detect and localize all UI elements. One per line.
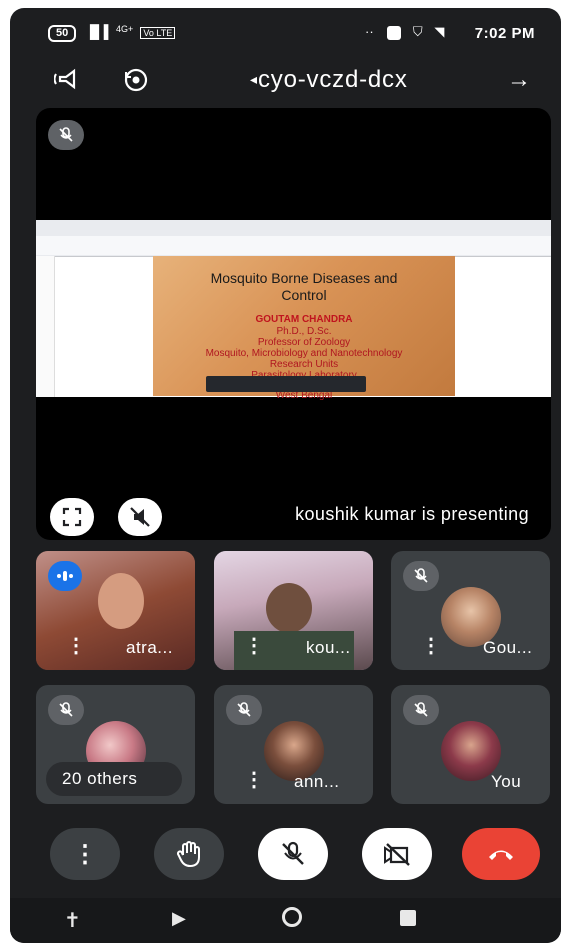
presenter-toolbar (206, 376, 366, 392)
meeting-info-chevron-icon[interactable]: ◂ (250, 71, 257, 88)
participant-face (266, 583, 312, 633)
volte-badge: Vo LTE (140, 27, 176, 39)
pdf-sidebar (36, 256, 55, 397)
slide-line: Research Units (269, 359, 339, 370)
status-icons: ·· ⛉ ◥ (365, 24, 444, 40)
mic-off-icon (226, 695, 262, 725)
more-notifications-icon: ·· (365, 24, 374, 39)
fullscreen-icon (62, 507, 82, 527)
mic-off-icon (48, 695, 84, 725)
participant-face (98, 573, 144, 629)
wifi-icon: ◥ (434, 24, 445, 39)
signal-icon: ▐▌▌ (85, 24, 113, 39)
pdf-toolbar (36, 236, 551, 255)
slide: Mosquito Borne Diseases and Control GOUT… (153, 256, 455, 401)
status-bar: 50 ▐▌▌ 4G+ Vo LTE ·· ⛉ ◥ 7:02 PM (10, 22, 561, 48)
more-options-icon[interactable]: ⋮ (244, 767, 264, 792)
participant-tile-self[interactable]: You (391, 685, 550, 804)
slide-title-line-1: Mosquito Borne Diseases and (210, 270, 398, 286)
presenting-label: koushik kumar is presenting (295, 504, 529, 524)
participant-name: atra... (126, 638, 173, 657)
participant-tile[interactable]: ⋮ ann... (214, 685, 373, 804)
mic-off-icon (282, 841, 304, 865)
volume-off-icon (130, 507, 150, 527)
network-type: 4G+ (116, 24, 134, 34)
leave-call-button[interactable] (462, 828, 540, 880)
more-vert-icon: ⋮ (73, 840, 97, 868)
camera-toggle-button[interactable] (362, 828, 432, 880)
participant-name: ann... (294, 772, 340, 791)
recents-nav-icon[interactable] (400, 910, 416, 926)
speaking-indicator-icon (48, 561, 82, 591)
speaker-icon[interactable] (53, 66, 84, 98)
battery-indicator: 50 (48, 25, 77, 42)
slide-line: Professor of Zoology (257, 337, 351, 348)
more-options-icon[interactable]: ⋮ (66, 633, 86, 658)
slide-line: Mosquito, Microbiology and Nanotechnolog… (205, 348, 403, 359)
status-left: 50 ▐▌▌ 4G+ Vo LTE (48, 24, 176, 42)
back-nav-icon[interactable]: ▶ (172, 908, 186, 929)
hang-up-icon (489, 850, 513, 860)
participant-tile[interactable]: ⋮ atra... (36, 551, 195, 670)
presentation-footer: koushik kumar is presenting (36, 494, 551, 540)
raise-hand-button[interactable] (154, 828, 224, 880)
others-count: 20 others (62, 769, 138, 788)
meeting-code[interactable]: cyo-vczd-dcx (258, 66, 408, 94)
shared-screen: Mosquito Borne Diseases and Control GOUT… (36, 220, 551, 401)
system-navigation-bar: ✝ ▶ (10, 898, 561, 943)
more-options-button[interactable]: ⋮ (50, 828, 120, 880)
videocam-off-icon (384, 843, 410, 866)
hand-icon (176, 841, 200, 868)
clock: 7:02 PM (474, 25, 535, 42)
fullscreen-button[interactable] (50, 498, 94, 536)
switch-camera-icon[interactable] (122, 66, 150, 100)
back-button[interactable]: → (507, 66, 531, 94)
microphone-toggle-button[interactable] (258, 828, 328, 880)
others-chip[interactable]: 20 others (46, 762, 182, 796)
presentation-mic-off-icon (48, 120, 84, 150)
participant-name: Gou... (483, 638, 533, 657)
participant-tile[interactable]: 20 others (36, 685, 195, 804)
presentation-tile[interactable]: Mosquito Borne Diseases and Control GOUT… (36, 108, 551, 540)
home-nav-icon[interactable] (282, 907, 302, 927)
more-options-icon[interactable]: ⋮ (244, 633, 264, 658)
mic-off-icon (403, 561, 439, 591)
slide-line: Ph.D., D.Sc. (276, 326, 332, 337)
participant-tile[interactable]: ⋮ kou... (214, 551, 373, 670)
more-options-icon[interactable]: ⋮ (421, 633, 441, 658)
presentation-audio-button[interactable] (118, 498, 162, 536)
slide-title-line-2: Control (281, 287, 327, 303)
app-notification-icon (387, 25, 402, 40)
participant-name: You (491, 772, 522, 791)
accessibility-icon[interactable]: ✝ (64, 908, 81, 933)
phone-screen: 50 ▐▌▌ 4G+ Vo LTE ·· ⛉ ◥ 7:02 PM ◂ cyo-v… (10, 8, 561, 943)
participant-tile[interactable]: ⋮ Gou... (391, 551, 550, 670)
participant-name: kou... (306, 638, 351, 657)
slide-author: GOUTAM CHANDRA (255, 314, 353, 325)
meeting-header: ◂ cyo-vczd-dcx → (10, 60, 561, 100)
mic-off-icon (403, 695, 439, 725)
shield-icon: ⛉ (412, 24, 423, 39)
